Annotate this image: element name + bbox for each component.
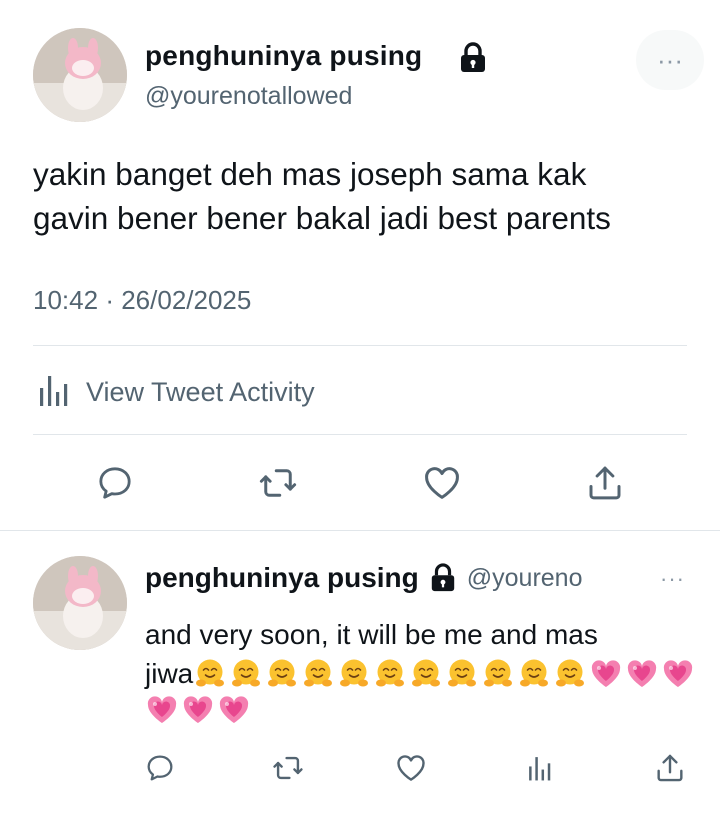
divider-top <box>33 345 687 346</box>
divider-bottom <box>33 434 687 435</box>
share-button[interactable] <box>582 460 628 506</box>
reply-share-button[interactable] <box>652 750 688 786</box>
lock-icon <box>429 563 457 593</box>
reply-text-emoji-line: jiwa <box>145 655 705 727</box>
hugging-face-emoji-icon <box>265 657 299 691</box>
like-button[interactable] <box>419 460 465 506</box>
growing-heart-emoji-icon <box>181 693 215 727</box>
retweet-button[interactable] <box>255 460 301 506</box>
tweet-time: 10:42 <box>33 285 99 315</box>
reply-more-button[interactable]: ··· <box>660 566 685 592</box>
reply-text-start: jiwa <box>145 658 194 689</box>
meta-separator: · <box>105 285 114 315</box>
tweet-text: yakin banget deh mas joseph sama kak gav… <box>33 156 611 236</box>
reply-retweet-button[interactable] <box>270 750 306 786</box>
lock-icon <box>458 42 488 79</box>
main-display-name[interactable]: penghuninya pusing <box>145 40 422 72</box>
share-icon <box>657 754 683 782</box>
more-icon: ··· <box>660 566 685 591</box>
growing-heart-emoji-icon <box>661 657 695 691</box>
analytics-icon <box>529 757 551 781</box>
main-avatar[interactable] <box>33 28 127 122</box>
heart-icon <box>425 467 459 499</box>
reply-avatar[interactable] <box>33 556 127 650</box>
reply-like-button[interactable] <box>393 750 429 786</box>
reply-handle[interactable]: @youreno <box>467 564 583 593</box>
retweet-icon <box>273 756 303 780</box>
share-icon <box>589 466 621 500</box>
more-options-button[interactable]: ··· <box>636 30 704 90</box>
reply-button[interactable] <box>92 460 138 506</box>
view-activity-button[interactable]: View Tweet Activity <box>36 372 315 413</box>
growing-heart-emoji-icon <box>625 657 659 691</box>
reply-display-name[interactable]: penghuninya pusing <box>145 562 419 594</box>
hugging-face-emoji-icon <box>229 657 263 691</box>
growing-heart-emoji-icon <box>145 693 179 727</box>
growing-heart-emoji-icon <box>217 693 251 727</box>
growing-heart-emoji-icon <box>589 657 623 691</box>
tweet-separator <box>0 530 720 531</box>
analytics-icon <box>36 372 72 413</box>
hugging-face-emoji-icon <box>193 657 227 691</box>
tweet-date: 26/02/2025 <box>121 285 252 315</box>
more-icon: ··· <box>657 44 683 75</box>
retweet-icon <box>259 469 297 497</box>
hugging-face-emoji-icon <box>481 657 515 691</box>
view-activity-label: View Tweet Activity <box>86 377 315 407</box>
reply-reply-button[interactable] <box>142 750 178 786</box>
reply-icon <box>147 755 173 781</box>
hugging-face-emoji-icon <box>445 657 479 691</box>
hugging-face-emoji-icon <box>553 657 587 691</box>
hugging-face-emoji-icon <box>301 657 335 691</box>
tweet-timestamp[interactable]: 10:42 · 26/02/2025 <box>33 285 251 316</box>
reply-icon <box>99 467 131 499</box>
hugging-face-emoji-icon <box>517 657 551 691</box>
reply-analytics-button[interactable] <box>522 750 558 786</box>
hugging-face-emoji-icon <box>373 657 407 691</box>
main-handle[interactable]: @yourenotallowed <box>145 82 352 111</box>
reply-text-line: and very soon, it will be me and mas <box>145 619 598 650</box>
hugging-face-emoji-icon <box>409 657 443 691</box>
hugging-face-emoji-icon <box>337 657 371 691</box>
heart-icon <box>397 755 425 781</box>
reply-header: penghuninya pusing @youreno <box>145 562 583 594</box>
